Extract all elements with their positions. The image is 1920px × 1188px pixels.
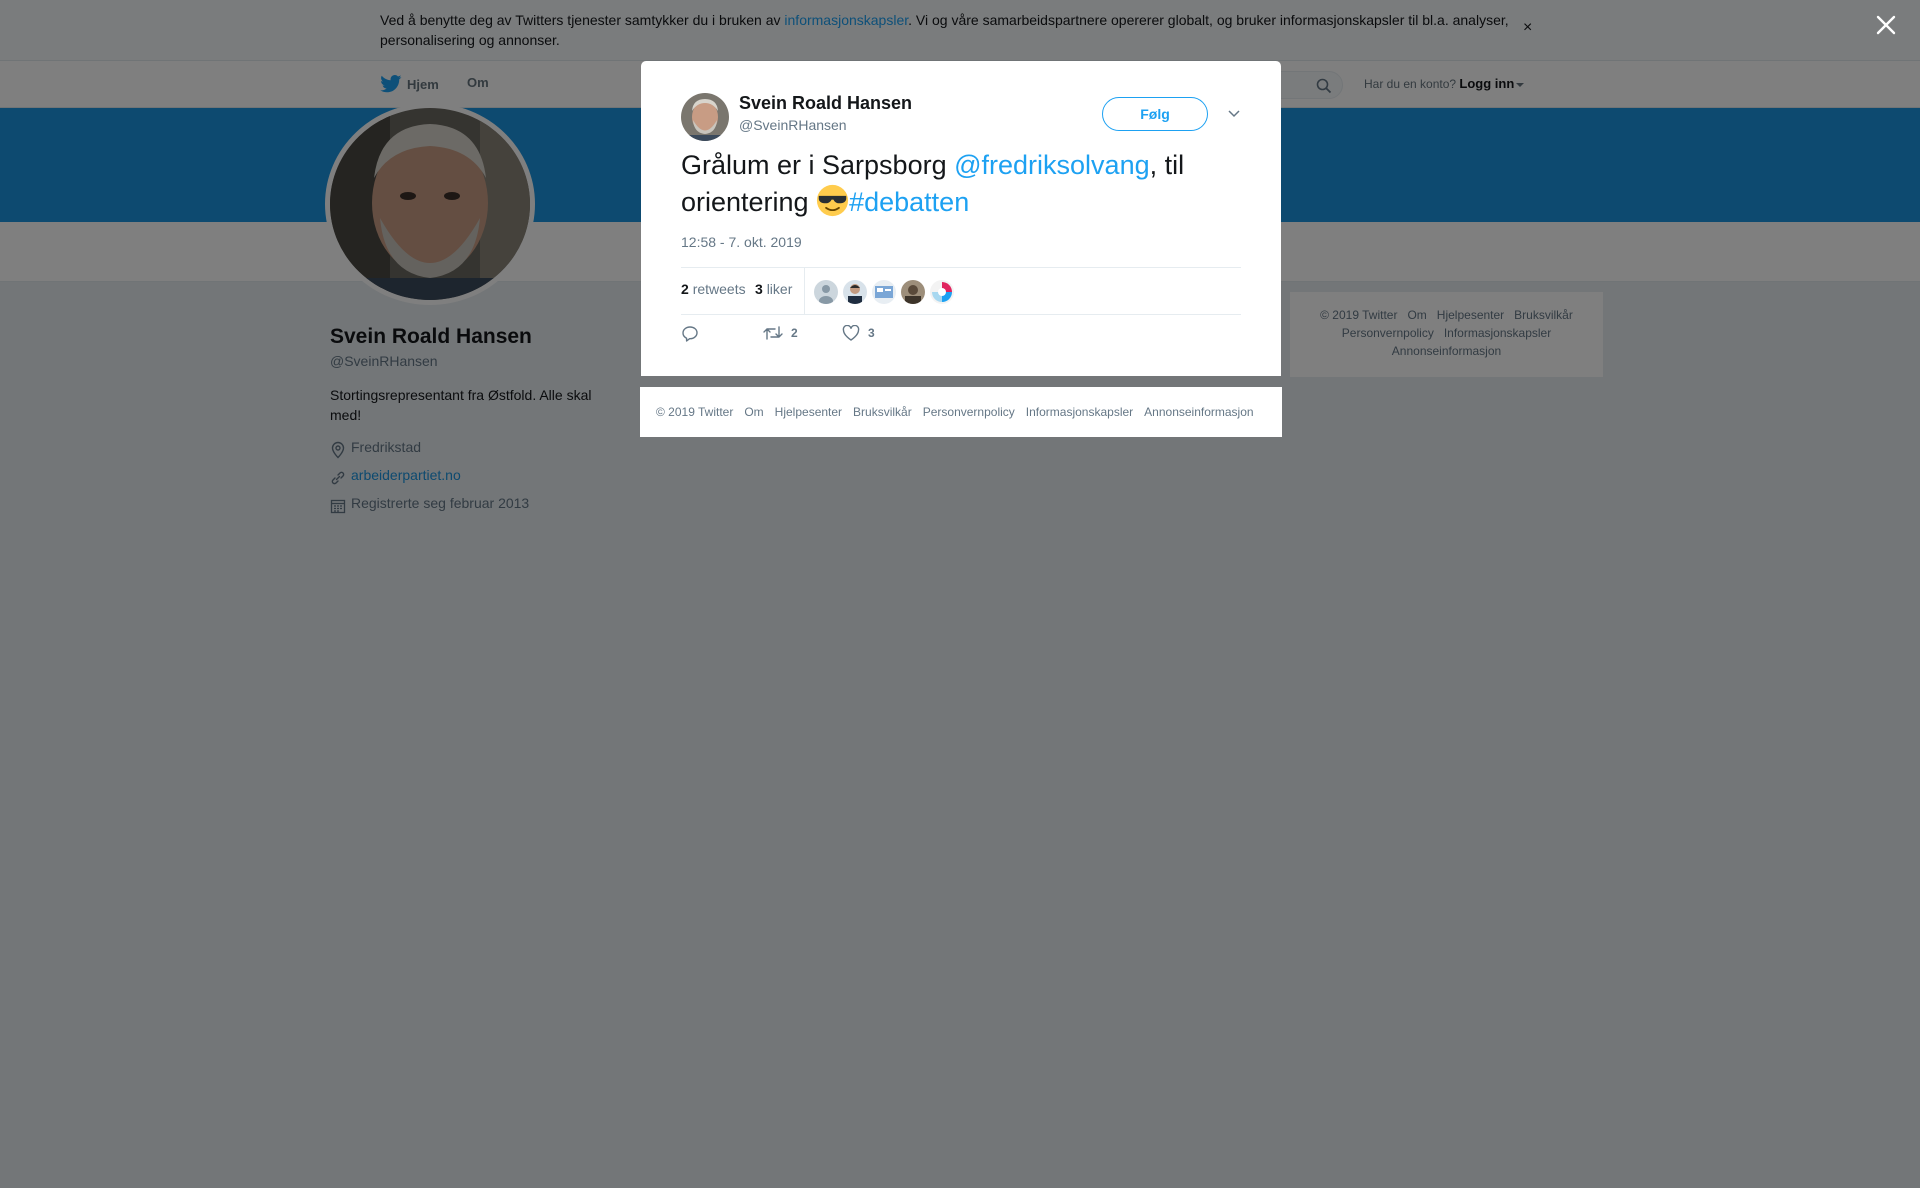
retweet-icon	[763, 326, 783, 340]
tweet-text-part: Grålum er i Sarpsborg	[681, 150, 955, 180]
tweet-hashtag-link[interactable]: #debatten	[849, 187, 969, 217]
tweet-actions: 2 3	[681, 325, 1241, 345]
chevron-down-icon[interactable]	[1227, 108, 1241, 118]
modal-footer-link[interactable]: Om	[744, 405, 763, 419]
likes-label: liker	[766, 281, 793, 297]
heart-icon	[842, 325, 860, 341]
sunglasses-emoji-icon	[817, 184, 849, 217]
follow-button[interactable]: Følg	[1102, 97, 1208, 131]
reply-icon	[682, 326, 698, 342]
like-button[interactable]: 3	[842, 325, 875, 341]
tweet-author-name[interactable]: Svein Roald Hansen	[739, 93, 912, 114]
tweet-text: Grålum er i Sarpsborg @fredriksolvang, t…	[681, 147, 1241, 221]
avatar-photo	[681, 93, 729, 141]
close-icon[interactable]	[1872, 11, 1900, 39]
modal-footer-link[interactable]: Informasjonskapsler	[1026, 405, 1133, 419]
tweet-stats: 2 retweets 3 liker	[681, 267, 1241, 315]
liker-avatar[interactable]	[872, 280, 896, 304]
modal-footer-link[interactable]: Annonseinformasjon	[1144, 405, 1253, 419]
retweet-action-count: 2	[791, 326, 798, 340]
stats-divider	[804, 268, 805, 314]
liker-avatars	[814, 280, 959, 304]
retweets-label: retweets	[692, 281, 746, 297]
liker-avatar[interactable]	[814, 280, 838, 304]
retweets-count: 2	[681, 281, 689, 297]
likes-count: 3	[755, 281, 763, 297]
tweet-author-handle[interactable]: @SveinRHansen	[739, 117, 847, 133]
liker-avatar[interactable]	[843, 280, 867, 304]
modal-footer-link[interactable]: Bruksvilkår	[853, 405, 912, 419]
likes-stat[interactable]: 3 liker	[755, 281, 792, 297]
modal-footer: © 2019 Twitter Om Hjelpesenter Bruksvilk…	[640, 387, 1282, 437]
retweets-stat[interactable]: 2 retweets	[681, 281, 746, 297]
tweet-author-avatar[interactable]	[681, 93, 729, 141]
liker-avatar[interactable]	[901, 280, 925, 304]
tweet-modal: Svein Roald Hansen @SveinRHansen Følg Gr…	[641, 61, 1281, 376]
tweet-mention-link[interactable]: @fredriksolvang	[954, 150, 1150, 180]
tweet-timestamp[interactable]: 12:58 - 7. okt. 2019	[681, 234, 802, 250]
modal-footer-copyright: © 2019 Twitter	[656, 405, 734, 419]
like-action-count: 3	[868, 326, 875, 340]
liker-avatar[interactable]	[930, 280, 954, 304]
retweet-button[interactable]: 2	[763, 325, 798, 341]
modal-footer-link[interactable]: Personvernpolicy	[923, 405, 1015, 419]
reply-button[interactable]	[681, 325, 699, 343]
modal-footer-link[interactable]: Hjelpesenter	[775, 405, 842, 419]
